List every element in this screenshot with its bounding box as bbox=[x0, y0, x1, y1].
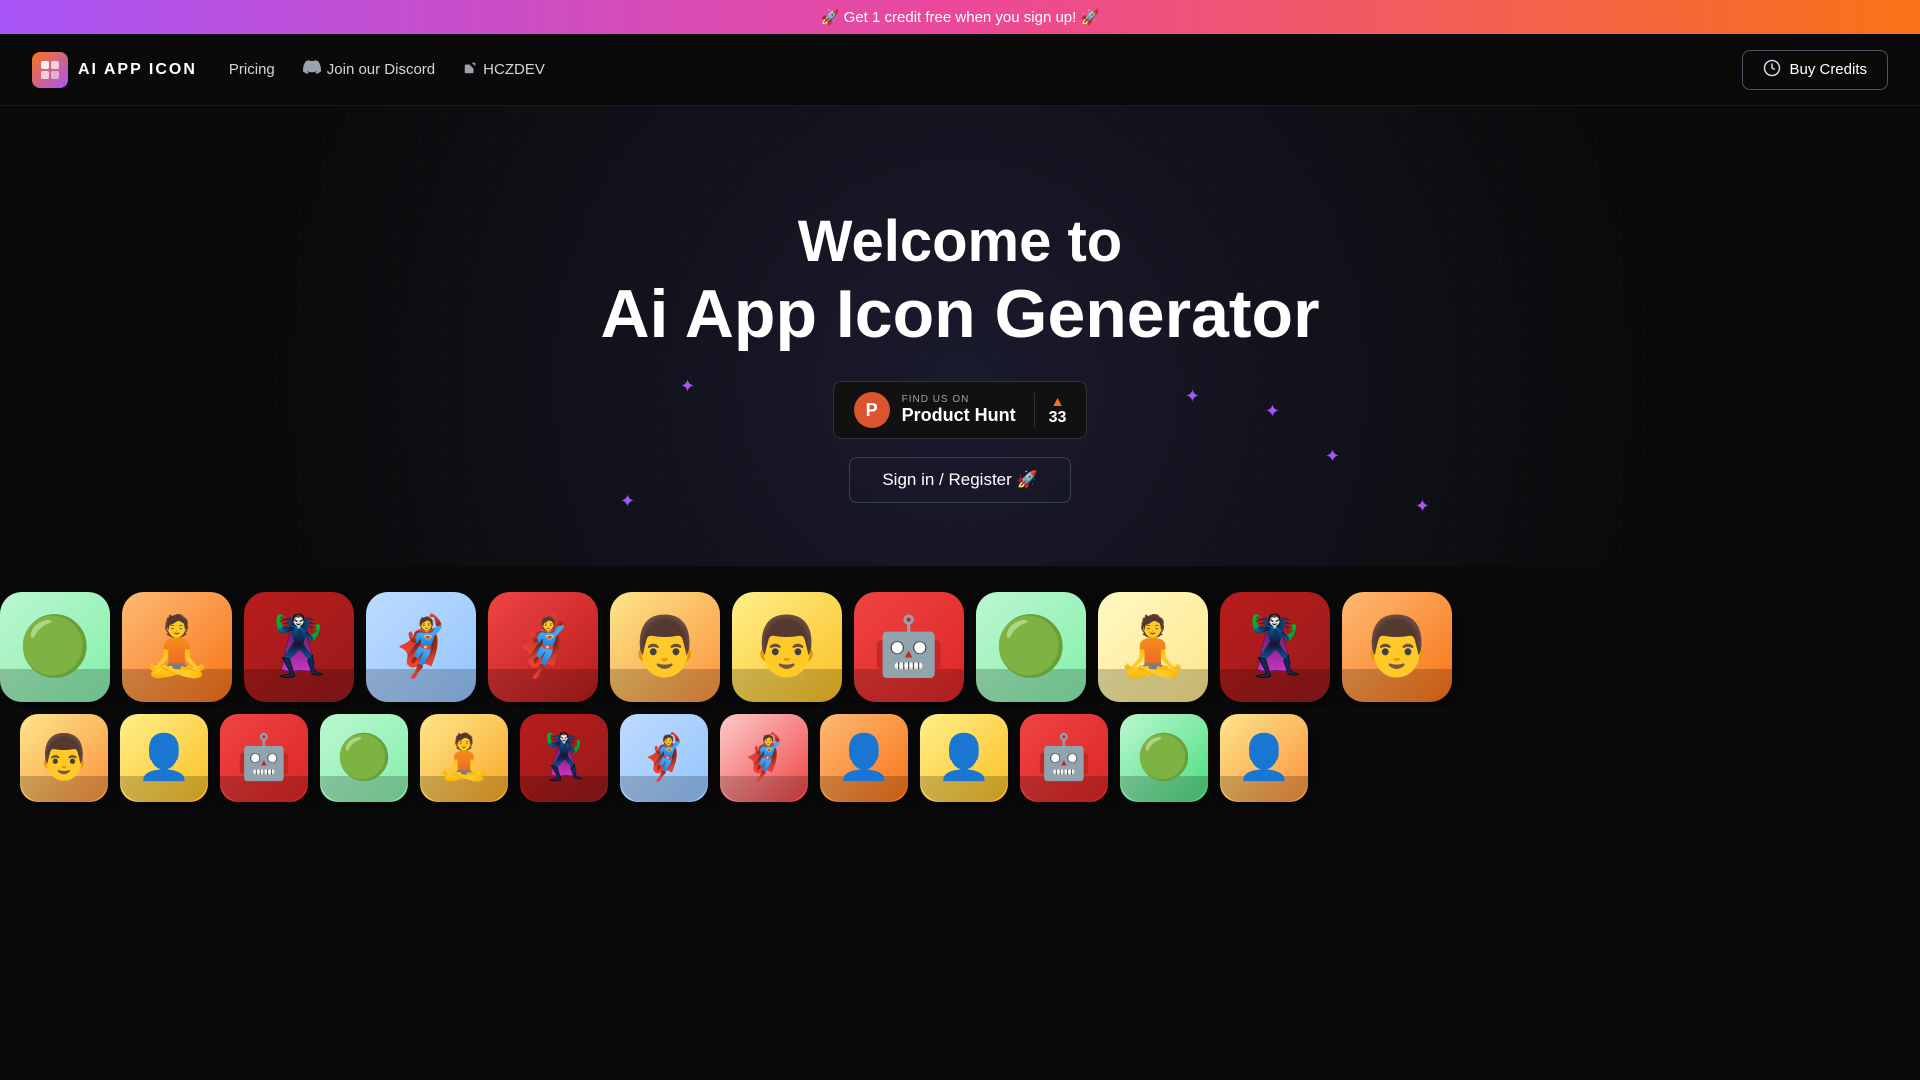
icon-image: 🧘 bbox=[141, 618, 213, 676]
icon-image: 🦸 bbox=[637, 736, 692, 780]
product-hunt-text: FIND US ON Product Hunt bbox=[902, 394, 1016, 426]
list-item[interactable]: 👤 bbox=[120, 714, 208, 802]
list-item[interactable]: 👨 bbox=[732, 592, 842, 702]
list-item[interactable]: 🟢 bbox=[976, 592, 1086, 702]
icon-image: 👤 bbox=[137, 736, 192, 780]
icon-row-2: 👨 👤 🤖 🟢 🧘 🦹 🦸 🦸 👤 👤 🤖 bbox=[0, 708, 1920, 808]
signin-label: Sign in / Register 🚀 bbox=[882, 470, 1037, 489]
list-item[interactable]: 🦸 bbox=[488, 592, 598, 702]
icon-image: 👤 bbox=[937, 736, 992, 780]
icon-image: 🦹 bbox=[1239, 618, 1311, 676]
list-item[interactable]: 🦸 bbox=[366, 592, 476, 702]
banner-text: 🚀 Get 1 credit free when you sign up! 🚀 bbox=[821, 9, 1099, 26]
star-decoration-3: ✦ bbox=[1325, 446, 1340, 467]
list-item[interactable]: 🧘 bbox=[420, 714, 508, 802]
hero-title: Welcome to Ai App Icon Generator bbox=[600, 209, 1319, 354]
ph-name-label: Product Hunt bbox=[902, 405, 1016, 426]
list-item[interactable]: 🧘 bbox=[122, 592, 232, 702]
signin-button[interactable]: Sign in / Register 🚀 bbox=[849, 457, 1070, 503]
product-hunt-logo: P bbox=[854, 392, 890, 428]
icon-row-1: 🟢 🧘 🦹 🦸 🦸 👨 👨 🤖 🟢 🧘 🦹 bbox=[0, 586, 1920, 708]
list-item[interactable]: 🦹 bbox=[520, 714, 608, 802]
ph-count: ▲ 33 bbox=[1034, 393, 1067, 427]
list-item[interactable]: 🦸 bbox=[620, 714, 708, 802]
ph-arrow-icon: ▲ bbox=[1051, 393, 1065, 409]
icon-image: 🦸 bbox=[507, 618, 579, 676]
list-item[interactable]: 👨 bbox=[610, 592, 720, 702]
icon-image: 👤 bbox=[1237, 736, 1292, 780]
icon-image: 🟢 bbox=[337, 736, 392, 780]
list-item[interactable]: 👨 bbox=[1342, 592, 1452, 702]
logo-text: AI APP ICON bbox=[78, 61, 197, 79]
credits-icon bbox=[1763, 59, 1781, 81]
nav-discord[interactable]: Join our Discord bbox=[303, 58, 435, 81]
icon-image: 🦸 bbox=[385, 618, 457, 676]
list-item[interactable]: 🟢 bbox=[320, 714, 408, 802]
icon-image: 👤 bbox=[837, 736, 892, 780]
buy-credits-label: Buy Credits bbox=[1789, 61, 1867, 78]
icon-image: 🧘 bbox=[437, 736, 492, 780]
icon-image: 🟢 bbox=[19, 618, 91, 676]
list-item[interactable]: 👨 bbox=[20, 714, 108, 802]
list-item[interactable]: 🦸 bbox=[720, 714, 808, 802]
list-item[interactable]: 🟢 bbox=[0, 592, 110, 702]
product-hunt-badge[interactable]: P FIND US ON Product Hunt ▲ 33 bbox=[833, 381, 1088, 439]
icon-image: 👨 bbox=[1361, 618, 1433, 676]
list-item[interactable]: 🧘 bbox=[1098, 592, 1208, 702]
buy-credits-button[interactable]: Buy Credits bbox=[1742, 50, 1888, 90]
logo-link[interactable]: AI APP ICON bbox=[32, 52, 197, 88]
list-item[interactable]: 🦹 bbox=[244, 592, 354, 702]
list-item[interactable]: 👤 bbox=[920, 714, 1008, 802]
icon-image: 🦸 bbox=[737, 736, 792, 780]
icon-image: 🤖 bbox=[1037, 736, 1092, 780]
list-item[interactable]: 🦹 bbox=[1220, 592, 1330, 702]
list-item[interactable]: 🤖 bbox=[854, 592, 964, 702]
top-banner: 🚀 Get 1 credit free when you sign up! 🚀 bbox=[0, 0, 1920, 34]
nav-links: Pricing Join our Discord HCZDEV bbox=[229, 58, 1743, 81]
icon-image: 🤖 bbox=[873, 618, 945, 676]
icon-image: 🟢 bbox=[995, 618, 1067, 676]
hero-title-line1: Welcome to bbox=[600, 209, 1319, 276]
icon-image: 👨 bbox=[37, 736, 92, 780]
icon-image: 👨 bbox=[629, 618, 701, 676]
hero-title-line2: Ai App Icon Generator bbox=[600, 275, 1319, 353]
star-decoration-2: ✦ bbox=[1265, 401, 1280, 422]
ph-vote-count: 33 bbox=[1049, 409, 1067, 427]
icon-image: 🦹 bbox=[263, 618, 335, 676]
ph-find-us-label: FIND US ON bbox=[902, 394, 1016, 405]
external-link-icon bbox=[463, 61, 477, 79]
icon-image: 🟢 bbox=[1137, 736, 1192, 780]
star-decoration-4: ✦ bbox=[620, 491, 635, 512]
list-item[interactable]: 👤 bbox=[820, 714, 908, 802]
list-item[interactable]: 🤖 bbox=[220, 714, 308, 802]
nav-pricing[interactable]: Pricing bbox=[229, 61, 275, 78]
nav-hczdev[interactable]: HCZDEV bbox=[463, 61, 545, 79]
icon-image: 👨 bbox=[751, 618, 823, 676]
icon-image: 🧘 bbox=[1117, 618, 1189, 676]
icon-image: 🤖 bbox=[237, 736, 292, 780]
icons-section: 🟢 🧘 🦹 🦸 🦸 👨 👨 🤖 🟢 🧘 🦹 bbox=[0, 566, 1920, 828]
navbar: AI APP ICON Pricing Join our Discord HCZ… bbox=[0, 34, 1920, 106]
star-decoration-5: ✦ bbox=[1415, 496, 1430, 517]
list-item[interactable]: 👤 bbox=[1220, 714, 1308, 802]
hero-section: ✦ ✦ ✦ ✦ ✦ ✦ Welcome to Ai App Icon Gener… bbox=[0, 106, 1920, 566]
star-decoration-1: ✦ bbox=[680, 376, 695, 397]
icon-image: 🦹 bbox=[537, 736, 592, 780]
logo-icon bbox=[32, 52, 68, 88]
list-item[interactable]: 🤖 bbox=[1020, 714, 1108, 802]
discord-icon bbox=[303, 58, 321, 81]
star-decoration-6: ✦ bbox=[1185, 386, 1200, 407]
list-item[interactable]: 🟢 bbox=[1120, 714, 1208, 802]
